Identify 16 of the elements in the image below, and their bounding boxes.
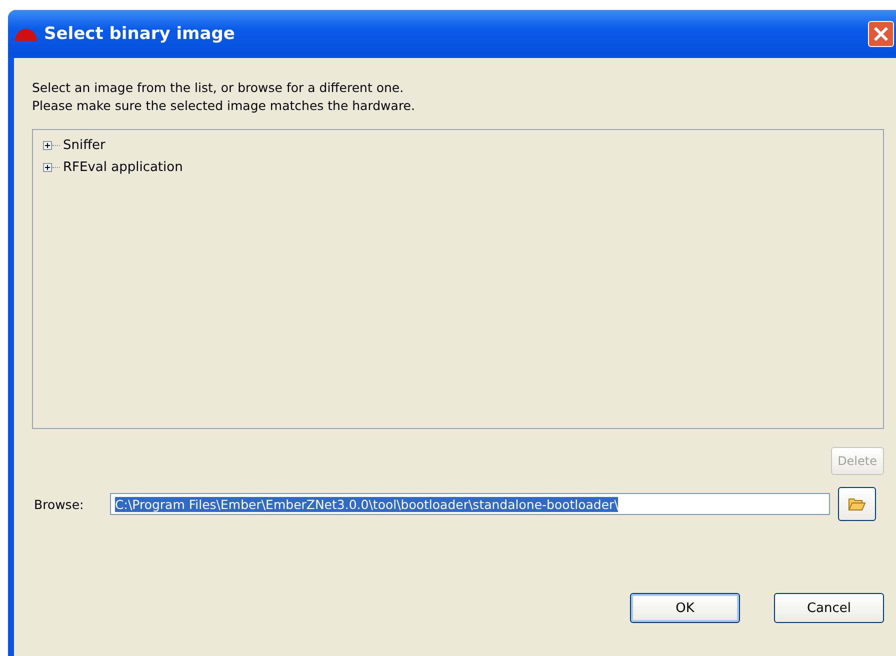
dome-icon	[14, 27, 38, 41]
dialog-button[interactable]: Cancel	[774, 593, 884, 623]
path-field[interactable]: C:\Program Files\Ember\EmberZNet3.0.0\tool\bootloader\standalone-bootloader\	[110, 493, 830, 515]
close-icon	[872, 25, 890, 43]
window-title: Select binary image	[44, 24, 236, 44]
instruction-text: Select an image from the list, or browse for a different one.	[32, 79, 405, 97]
dialog-button[interactable]: OK	[630, 593, 740, 623]
expand-toggle[interactable]	[43, 140, 52, 150]
tree-item[interactable]: RFEval application	[63, 160, 183, 174]
browse-label: Browse:	[34, 496, 85, 512]
instruction-text: Please make sure the selected image matches the hardware.	[32, 97, 416, 115]
folder-button[interactable]	[838, 487, 876, 521]
tree-item[interactable]: Sniffer	[63, 138, 106, 152]
folder-icon	[848, 497, 866, 511]
expand-toggle[interactable]	[43, 162, 52, 172]
close-button[interactable]	[868, 21, 894, 47]
